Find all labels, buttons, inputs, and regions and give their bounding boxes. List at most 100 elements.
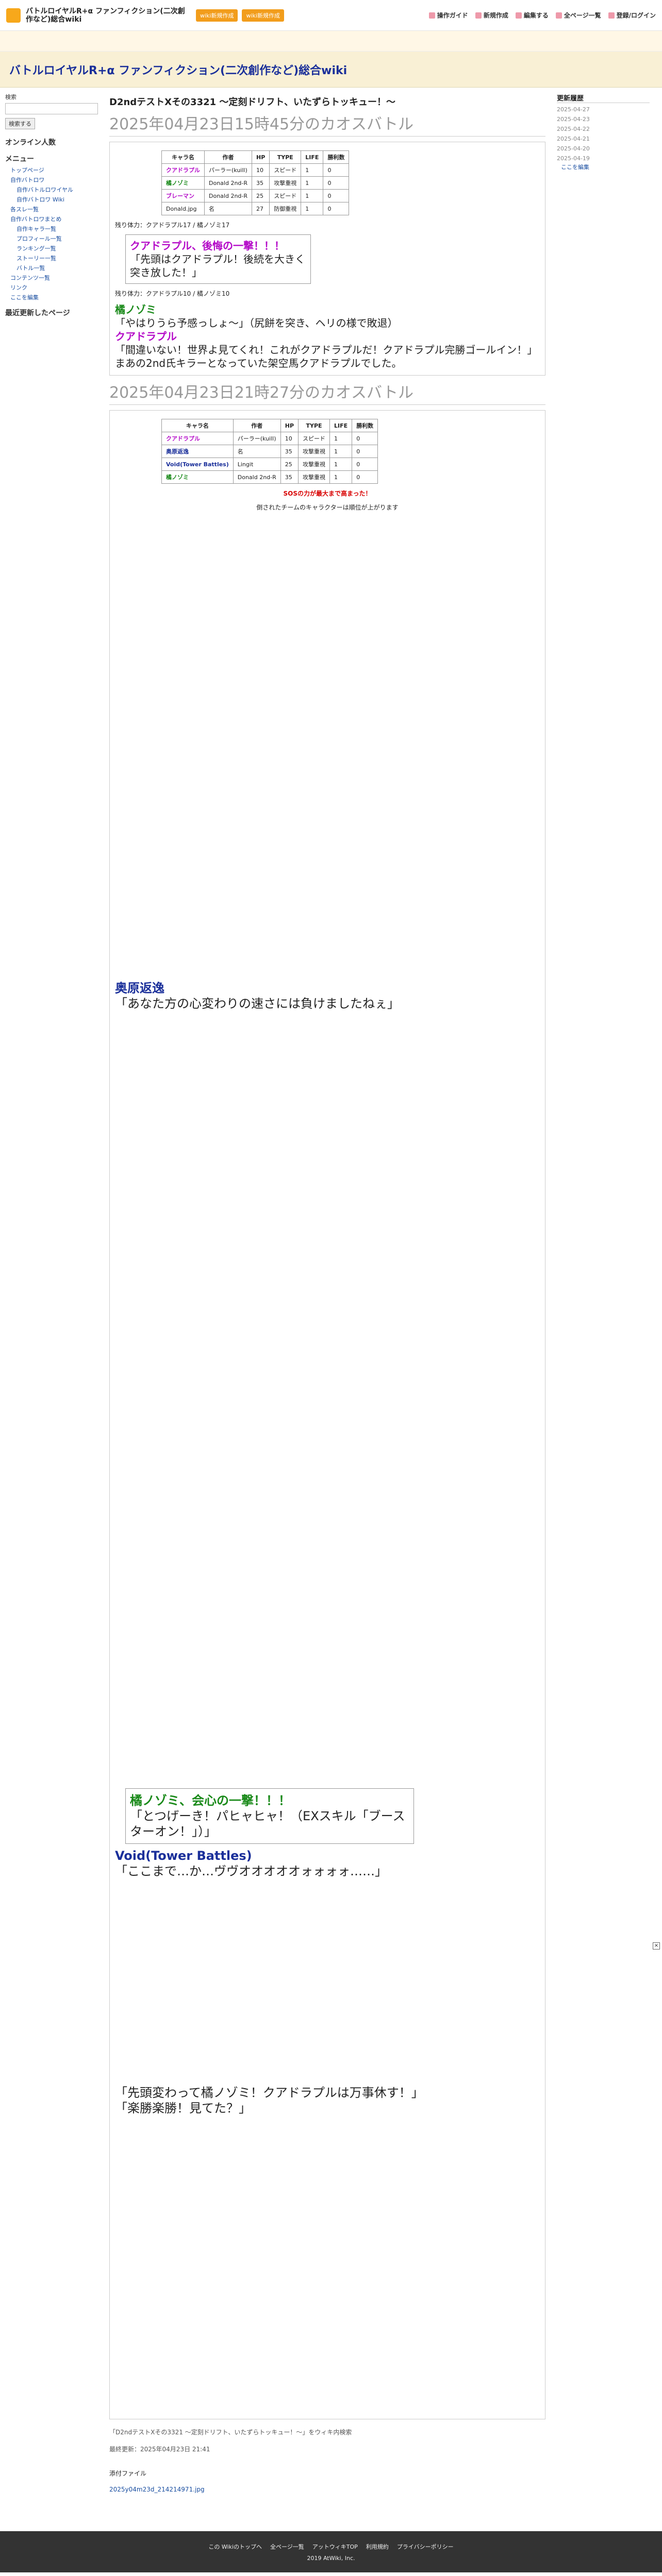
cell: 1 xyxy=(329,457,353,471)
footer-link[interactable]: 利用規約 xyxy=(366,2543,389,2551)
wiki-create-button-2[interactable]: wiki新規作成 xyxy=(242,9,284,22)
menu-item[interactable]: コンテンツ一覧 xyxy=(10,274,98,282)
page-title: D2ndテストXその3321 ～定刻ドリフト、いたずらトッキュー！～ xyxy=(109,97,396,108)
menu-item[interactable]: 自作バトロワ xyxy=(10,176,98,184)
announce-line: 倒されたチームのキャラクターは順位が上がります xyxy=(256,504,399,511)
table-row: Donald.jpg 名 27 防御重視 1 0 xyxy=(161,202,350,215)
wiki-create-button[interactable]: wiki新規作成 xyxy=(196,9,238,22)
cell: 奥原返逸 xyxy=(161,445,234,458)
cell: 0 xyxy=(352,432,378,445)
roster-header: 勝利数 xyxy=(352,419,378,432)
cell: 35 xyxy=(280,470,299,484)
menu-item[interactable]: 自作バトロワまとめ xyxy=(10,215,98,223)
log-line: 「ここまで…か…ヴヴオオオオオォォォォ……」 xyxy=(115,1864,387,1878)
menu-title: メニュー xyxy=(5,155,34,163)
log-line: 「とつげーき！パヒャヒャ！（EXスキル「ブースターオン！」）」 xyxy=(130,1809,405,1839)
online-label: オンライン人数 xyxy=(5,139,56,147)
table-row: 奥原返逸 名 35 攻撃重視 1 0 xyxy=(161,445,378,458)
cell: 10 xyxy=(252,163,270,177)
menu-item[interactable]: 各スレ一覧 xyxy=(10,205,98,213)
log-line: 「やはりうら予感っしょ～」（尻餅を突き、ヘリの様で敗退） xyxy=(115,317,398,329)
roster-header: LIFE xyxy=(301,150,324,164)
nav-edit-label: 編集する xyxy=(523,12,549,19)
close-icon[interactable]: × xyxy=(653,1942,660,1950)
left-sidebar: 検索 検索する オンライン人数 メニュー トップページ 自作バトロワ 自作バトル… xyxy=(0,88,103,2531)
cell: 攻撃重視 xyxy=(298,457,330,471)
menu-item[interactable]: ランキング一覧 xyxy=(10,244,98,252)
log-line: 「あなた方の心変わりの速さには負けましたねぇ」 xyxy=(115,996,400,1011)
roster-table-2: キャラ名 作者 HP TYPE LIFE 勝利数 クアドラプル パーラー(kui… xyxy=(161,419,378,484)
site-name[interactable]: バトルロイヤルR+α ファンフィクション(二次創作など)総合wiki xyxy=(26,7,191,24)
menu-item[interactable]: ここを編集 xyxy=(10,293,98,301)
cell: 1 xyxy=(329,470,353,484)
cell: クアドラプル xyxy=(161,432,234,445)
footer-link[interactable]: アットウィキTOP xyxy=(312,2543,358,2551)
attach-file-link[interactable]: 2025y04m23d_214214971.jpg xyxy=(109,2486,545,2493)
log-line: 橘ノゾミ、会心の一撃！！！ xyxy=(130,1793,291,1808)
menu-item[interactable]: 自作バトロワ Wiki xyxy=(10,195,98,204)
nav-edit[interactable]: 編集する xyxy=(515,11,549,20)
history-date: 2025-04-23 xyxy=(557,116,590,123)
cell: 25 xyxy=(280,457,299,471)
menu-list: トップページ 自作バトロワ 自作バトルロワイヤル 自作バトロワ Wiki 各スレ… xyxy=(5,166,98,301)
section-heading-2: 2025年04月23日21時27分のカオスバトル xyxy=(109,380,545,405)
cell: 1 xyxy=(301,176,324,190)
edit-link[interactable]: ここを編集 xyxy=(561,163,650,171)
table-row: Void(Tower Battles) Lingit 25 攻撃重視 1 0 xyxy=(161,457,378,471)
recent-title: 最近更新したページ xyxy=(5,309,70,317)
wiki-title[interactable]: バトルロイヤルR+α ファンフィクション(二次創作など)総合wiki xyxy=(9,61,347,78)
nav-login[interactable]: 登録/ログイン xyxy=(608,11,656,20)
cell: 1 xyxy=(329,445,353,458)
search-input[interactable] xyxy=(5,103,98,114)
cell: 攻撃重視 xyxy=(298,445,330,458)
footer-link[interactable]: この Wikiのトップへ xyxy=(208,2543,262,2551)
site-logo[interactable] xyxy=(6,8,21,23)
cell: 35 xyxy=(280,445,299,458)
new-icon xyxy=(475,12,482,19)
log-box: 橘ノゾミ、会心の一撃！！！ 「とつげーき！パヒャヒャ！（EXスキル「ブースターオ… xyxy=(125,1788,414,1844)
top-bar: バトルロイヤルR+α ファンフィクション(二次創作など)総合wiki wiki新… xyxy=(0,0,662,31)
footer-link[interactable]: プライバシーポリシー xyxy=(397,2543,454,2551)
nav-guide[interactable]: 操作ガイド xyxy=(428,11,468,20)
search-link[interactable]: 「D2ndテストXその3321 ～定刻ドリフト、いたずらトッキュー！～」をウィキ… xyxy=(109,2428,545,2436)
battle-log-1: キャラ名 作者 HP TYPE LIFE 勝利数 クアドラプル パーラー(kui… xyxy=(109,142,545,376)
cell: 橘ノゾミ xyxy=(161,176,205,190)
roster-header: LIFE xyxy=(329,419,353,432)
cell: 橘ノゾミ xyxy=(161,470,234,484)
menu-item[interactable]: トップページ xyxy=(10,166,98,174)
cell: パーラー(kuill) xyxy=(204,163,253,177)
log-line: クアドラプル xyxy=(115,330,177,343)
log-line: 「間違いない！世界よ見てくれ！これがクアドラプルだ！クアドラプル完勝ゴールイン！… xyxy=(115,344,538,356)
cell: Donald 2nd-R xyxy=(204,176,253,190)
cell: 10 xyxy=(280,432,299,445)
cell: Donald 2nd-R xyxy=(204,189,253,202)
history-date: 2025-04-22 xyxy=(557,126,590,132)
nav-allpages[interactable]: 全ページ一覧 xyxy=(555,11,601,20)
log-line: 奥原返逸 xyxy=(115,981,164,995)
menu-item[interactable]: バトル一覧 xyxy=(10,264,98,272)
cell: Void(Tower Battles) xyxy=(161,457,234,471)
footer-link[interactable]: 全ページ一覧 xyxy=(270,2543,304,2551)
attach-label: 添付ファイル xyxy=(109,2470,147,2477)
list-icon xyxy=(555,12,562,19)
menu-item[interactable]: リンク xyxy=(10,283,98,292)
menu-item[interactable]: ストーリー一覧 xyxy=(10,254,98,262)
log-line: クアドラプル、後悔の一撃！！！ xyxy=(130,240,285,252)
battle-log-2: キャラ名 作者 HP TYPE LIFE 勝利数 クアドラプル パーラー(kui… xyxy=(109,410,545,2419)
log-line: まあの2nd氏キラーとなっていた架空馬クアドラプルでした。 xyxy=(115,357,402,369)
menu-item[interactable]: プロフィール一覧 xyxy=(10,234,98,243)
announce-line: SOSの力が最大まで高まった！ xyxy=(283,490,372,497)
roster-header: HP xyxy=(252,150,270,164)
cell: 防御重視 xyxy=(269,202,302,215)
nav-new[interactable]: 新規作成 xyxy=(475,11,508,20)
cell: ブレーマン xyxy=(161,189,205,202)
cell: Lingit xyxy=(233,457,281,471)
search-button[interactable]: 検索する xyxy=(5,118,35,129)
cell: スピード xyxy=(269,163,302,177)
log-line: 「楽勝楽勝！見てた？」 xyxy=(115,2101,251,2115)
cell: 0 xyxy=(323,202,350,215)
cell: 1 xyxy=(301,163,324,177)
nav-allpages-label: 全ページ一覧 xyxy=(564,12,601,19)
menu-item[interactable]: 自作バトルロワイヤル xyxy=(10,185,98,194)
menu-item[interactable]: 自作キャラ一覧 xyxy=(10,225,98,233)
